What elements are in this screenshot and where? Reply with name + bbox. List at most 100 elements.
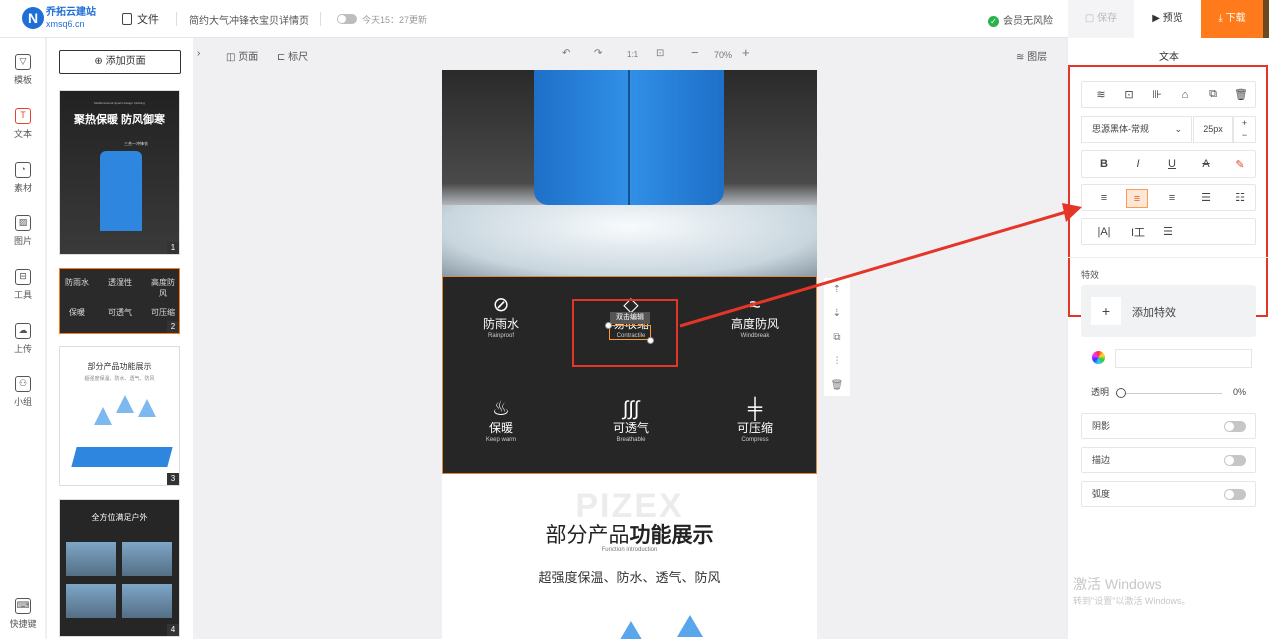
plus-icon: + — [1091, 297, 1121, 325]
font-size-stepper[interactable]: + − — [1233, 116, 1256, 143]
file-menu[interactable]: 文件 — [122, 11, 159, 27]
delete-icon[interactable]: 🗑 — [824, 374, 850, 398]
compressible-icon: ╪ — [747, 398, 763, 420]
align-icon[interactable]: ⫶ — [824, 350, 850, 374]
page-settings-button[interactable]: ◫ 页面 — [226, 48, 258, 63]
align-right-icon[interactable]: ≡ — [1158, 185, 1186, 210]
autosave-toggle[interactable] — [337, 14, 357, 24]
member-status: ✓ 会员无风险 — [988, 12, 1053, 27]
plus-icon[interactable]: + — [1242, 118, 1247, 128]
nav-item-label: 工具 — [13, 290, 32, 300]
top-toolbar: N 乔拓云建站 xmsq6.cn 文件 简约大气冲锋衣宝贝详情页 今天15：27… — [0, 0, 1269, 38]
redo-button[interactable]: ↷ — [594, 48, 602, 59]
feature-compress[interactable]: ╪ 可压缩 Compress — [705, 397, 805, 445]
feature-name: 防雨水 — [482, 317, 519, 331]
outdoor-photo — [66, 584, 116, 618]
arrow-graphic — [116, 395, 134, 413]
selected-text-box[interactable] — [609, 325, 651, 340]
layer-actions-row: ≋ ⊡ ⊪ ⌂ ⧉ 🗑 — [1081, 81, 1256, 108]
page-thumb-3[interactable]: 部分产品功能展示 超强度保温、防水、透气、防风 3 — [59, 346, 180, 486]
resize-handle[interactable] — [647, 337, 654, 344]
nav-item-material[interactable]: ◔ 素材 — [0, 162, 46, 194]
section-subtitle[interactable]: 超强度保温、防水、透气、防风 — [442, 567, 817, 586]
page-thumb-1[interactable]: Multifunctional Sports Design Clothing 聚… — [59, 90, 180, 255]
nav-item-upload[interactable]: ☁ 上传 — [0, 323, 46, 355]
minus-icon[interactable]: − — [1242, 130, 1247, 140]
windbreak-icon: ≈ — [749, 294, 761, 316]
page-thumb-4[interactable]: 全方位满足户外 4 — [59, 499, 180, 637]
color-wheel-icon[interactable] — [1092, 351, 1105, 364]
collapse-strip-button[interactable]: › — [197, 48, 200, 59]
copy-icon[interactable]: ⧉ — [1200, 82, 1226, 107]
nav-item-group[interactable]: ⚇ 小组 — [0, 376, 46, 408]
layers-icon[interactable]: ≋ — [1088, 82, 1114, 107]
crop-icon[interactable]: ⊡ — [1116, 82, 1142, 107]
element-float-toolbar: ⇡ ⇣ ⧉ ⫶ 🗑 — [824, 278, 850, 396]
highlighter-icon[interactable]: ✎ — [1226, 151, 1254, 177]
strikethrough-icon[interactable]: A — [1192, 151, 1220, 177]
save-button[interactable]: ▢ 保存 — [1068, 0, 1134, 38]
preview-button[interactable]: ▶ 预览 — [1134, 0, 1201, 38]
flip-icon[interactable]: ⊪ — [1144, 82, 1170, 107]
zoom-level[interactable]: 70% — [714, 50, 732, 60]
document-title[interactable]: 简约大气冲锋衣宝贝详情页 — [189, 12, 309, 27]
font-size-input[interactable]: 25px — [1193, 116, 1233, 143]
add-effect-button[interactable]: + 添加特效 — [1081, 285, 1256, 337]
font-family-select[interactable]: 思源黑体-常规 ⌄ — [1081, 116, 1192, 143]
move-up-icon[interactable]: ⇡ — [824, 278, 850, 302]
section-title[interactable]: 部分产品功能展示 — [442, 519, 817, 549]
ruler-button[interactable]: ⊏ 标尺 — [277, 48, 308, 63]
underline-icon[interactable]: U — [1158, 151, 1186, 177]
zoom-out-button[interactable]: − — [691, 45, 699, 60]
nav-item-text[interactable]: T 文本 — [0, 108, 46, 140]
brand-logo[interactable]: N — [22, 7, 44, 29]
bold-icon[interactable]: B — [1090, 151, 1118, 177]
move-down-icon[interactable]: ⇣ — [824, 302, 850, 326]
nav-item-tools[interactable]: ⊟ 工具 — [0, 269, 46, 301]
add-page-button[interactable]: ⊕ 添加页面 — [59, 50, 181, 74]
jacket-image — [100, 151, 142, 231]
align-left-icon[interactable]: ≡ — [1090, 185, 1118, 210]
feature-breathable[interactable]: ∫∫∫ 可透气 Breathable — [581, 397, 681, 445]
justify-all-icon[interactable]: ☷ — [1226, 185, 1254, 210]
section-title-en[interactable]: Function introduction — [442, 547, 817, 553]
italic-icon[interactable]: I — [1124, 151, 1152, 177]
zoom-in-button[interactable]: + — [742, 45, 750, 60]
layers-button[interactable]: ≋ 图层 — [1016, 48, 1047, 63]
lock-icon[interactable]: ⌂ — [1172, 82, 1198, 107]
thumb-title: 聚热保暖 防风御寒 — [73, 114, 166, 126]
opacity-slider[interactable] — [1122, 393, 1222, 394]
actual-size-button[interactable]: 1:1 — [627, 50, 638, 59]
jacket-image — [534, 70, 724, 205]
feature-name: 保暖 — [488, 421, 513, 435]
feature-keep-warm[interactable]: ♨ 保暖 Keep warm — [451, 397, 551, 445]
feature-rainproof[interactable]: ⊘ 防雨水 Rainproof — [451, 293, 551, 341]
material-icon: ◔ — [15, 162, 31, 178]
page-thumb-2[interactable]: 防雨水 透湿性 高度防风 保暖 可透气 可压缩 2 — [59, 268, 180, 334]
editor-app: N 乔拓云建站 xmsq6.cn 文件 简约大气冲锋衣宝贝详情页 今天15：27… — [0, 0, 1269, 639]
letter-spacing-icon[interactable]: |A| — [1090, 219, 1118, 244]
shadow-toggle[interactable] — [1224, 421, 1246, 432]
line-height-icon[interactable]: I工 — [1124, 219, 1152, 244]
edge-tab[interactable] — [1263, 0, 1269, 38]
undo-button[interactable]: ↶ — [562, 48, 570, 59]
nav-item-shortcuts[interactable]: ⌨ 快捷键 — [0, 598, 46, 630]
nav-item-label: 图片 — [13, 236, 32, 246]
delete-icon[interactable]: 🗑 — [1228, 82, 1254, 107]
preview-label: 预览 — [1162, 13, 1183, 24]
feature-windbreak[interactable]: ≈ 高度防风 Windbreak — [705, 293, 805, 341]
duplicate-icon[interactable]: ⧉ — [824, 326, 850, 350]
arc-toggle[interactable] — [1224, 489, 1246, 500]
nav-item-label: 上传 — [13, 344, 32, 354]
fit-screen-button[interactable]: ⊡ — [656, 48, 664, 59]
stroke-toggle[interactable] — [1224, 455, 1246, 466]
nav-item-template[interactable]: ▽ 模板 — [0, 54, 46, 86]
resize-handle[interactable] — [605, 322, 612, 329]
nav-item-image[interactable]: ▨ 图片 — [0, 215, 46, 247]
download-button[interactable]: ⤓ 下载 — [1201, 0, 1263, 38]
color-input[interactable] — [1115, 349, 1252, 368]
opacity-slider-knob[interactable] — [1116, 388, 1126, 398]
justify-icon[interactable]: ☰ — [1192, 185, 1220, 210]
list-icon[interactable]: ☰ — [1154, 219, 1182, 244]
align-center-icon[interactable]: ≡ — [1126, 189, 1148, 208]
